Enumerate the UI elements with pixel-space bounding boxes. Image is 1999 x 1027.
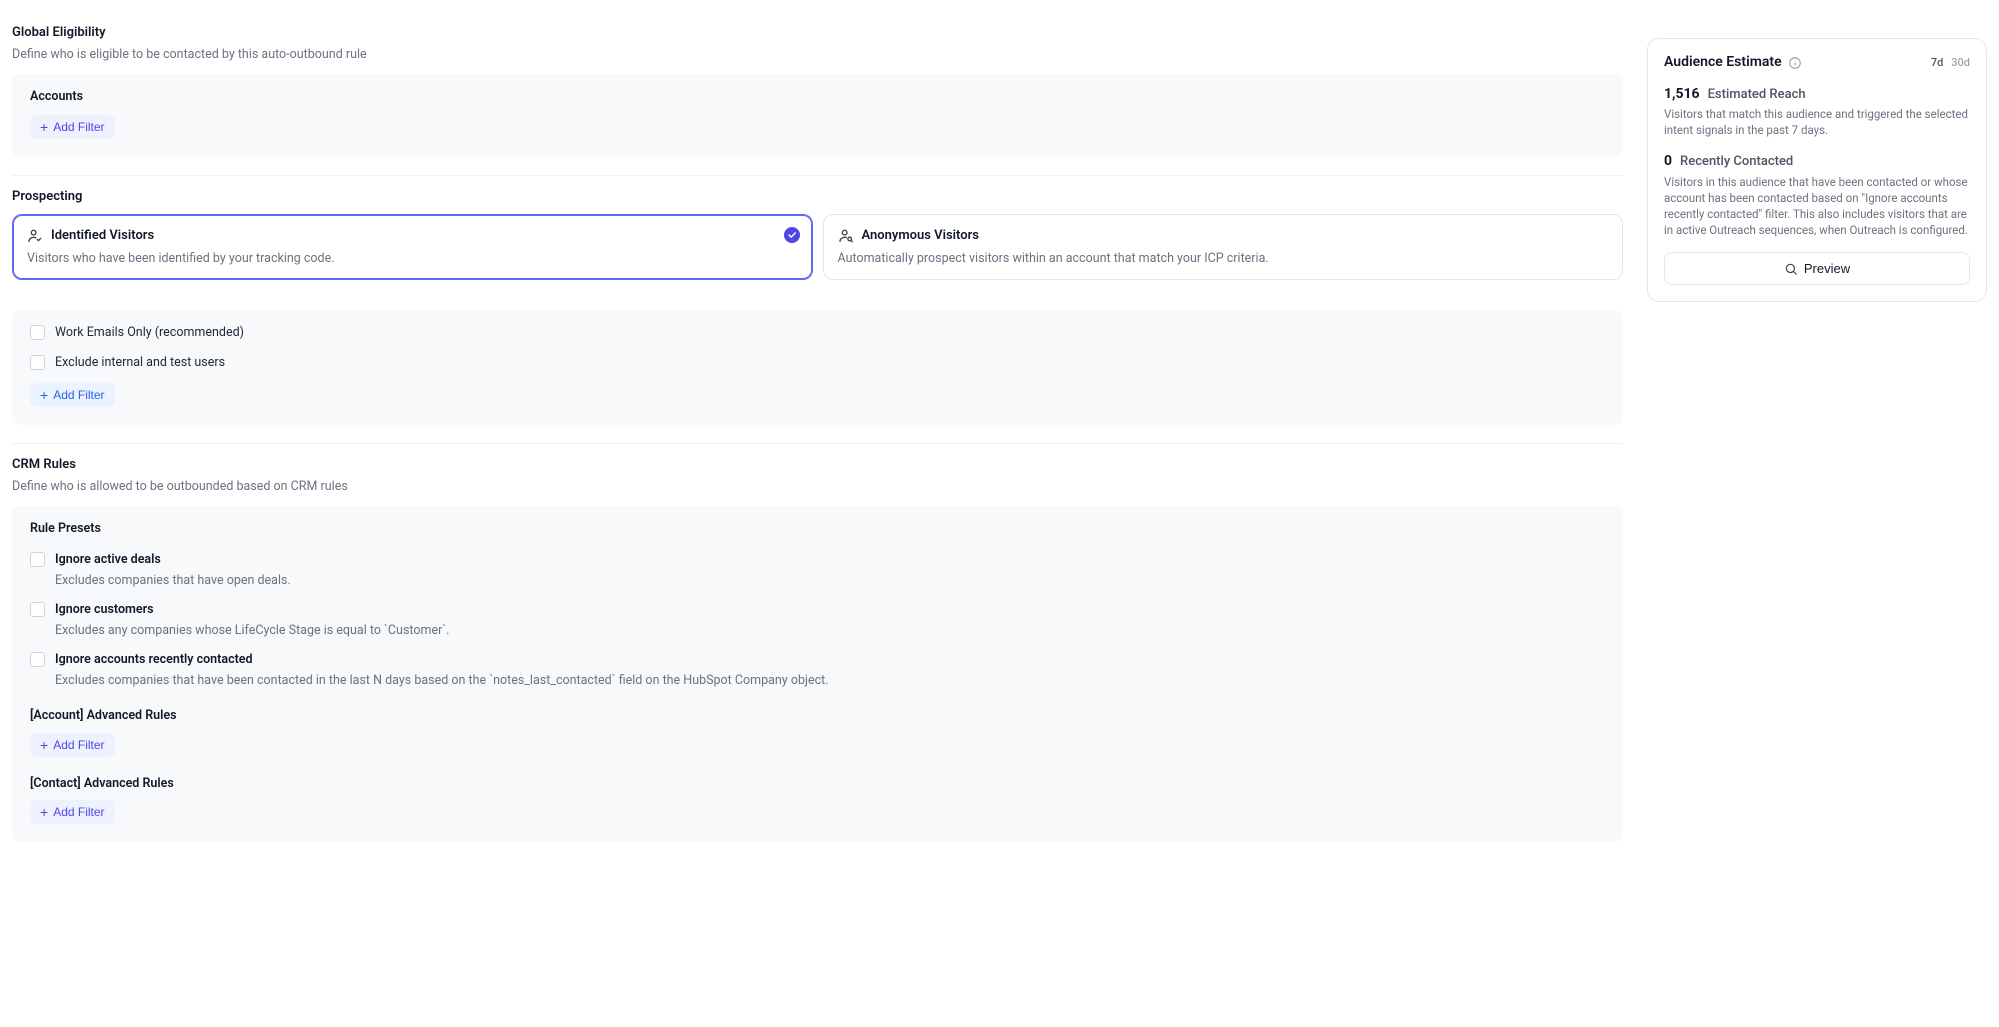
section-subtitle: Define who is allowed to be outbounded b… [12,478,1623,496]
person-check-icon [27,228,43,244]
card-desc: Automatically prospect visitors within a… [838,250,1609,268]
add-filter-label: Add Filter [53,388,104,402]
checkbox-ignore-active-deals[interactable]: Ignore active deals Excludes companies t… [30,551,1605,589]
add-filter-button-accounts[interactable]: + Add Filter [30,115,115,139]
recently-contacted-label: Recently Contacted [1680,153,1793,171]
plus-icon: + [40,738,48,752]
add-filter-label: Add Filter [53,805,104,819]
audience-estimate-card: Audience Estimate 7d 30d 1,516 Estimated… [1647,38,1987,302]
checkbox-label: Work Emails Only (recommended) [55,324,1605,342]
card-title: Anonymous Visitors [862,227,979,245]
checkbox-input[interactable] [30,652,45,667]
checkbox-label: Ignore accounts recently contacted [55,651,1605,669]
preview-label: Preview [1804,261,1850,276]
range-7d[interactable]: 7d [1931,55,1943,70]
recently-contacted-number: 0 [1664,152,1672,172]
checkbox-input[interactable] [30,602,45,617]
plus-icon: + [40,805,48,819]
checkbox-input[interactable] [30,325,45,340]
accounts-label: Accounts [30,88,1605,106]
checkbox-ignore-customers[interactable]: Ignore customers Excludes any companies … [30,601,1605,639]
section-global-eligibility: Global Eligibility Define who is eligibl… [12,12,1623,176]
section-subtitle: Define who is eligible to be contacted b… [12,46,1623,64]
info-icon [1788,56,1802,70]
section-title: Global Eligibility [12,24,1623,42]
checkbox-desc: Excludes any companies whose LifeCycle S… [55,622,1605,640]
checkbox-desc: Excludes companies that have been contac… [55,672,1605,690]
checkbox-label: Ignore customers [55,601,1605,619]
checkbox-input[interactable] [30,552,45,567]
card-identified-visitors[interactable]: Identified Visitors Visitors who have be… [12,214,813,280]
checkbox-input[interactable] [30,355,45,370]
add-filter-button-account-rules[interactable]: + Add Filter [30,733,115,757]
add-filter-label: Add Filter [53,120,104,134]
search-icon [1784,262,1798,276]
section-prospecting: Prospecting Identified Visitors Visitors… [12,176,1623,444]
person-search-icon [838,228,854,244]
range-30d[interactable]: 30d [1951,55,1970,70]
preview-button[interactable]: Preview [1664,252,1970,285]
checkbox-desc: Excludes companies that have open deals. [55,572,1605,590]
checkbox-exclude-internal[interactable]: Exclude internal and test users [30,354,1605,372]
card-title: Identified Visitors [51,227,154,245]
estimated-reach-number: 1,516 [1664,85,1700,105]
estimated-reach-desc: Visitors that match this audience and tr… [1664,106,1970,138]
estimated-reach-label: Estimated Reach [1708,86,1806,104]
plus-icon: + [40,388,48,402]
audience-estimate-title: Audience Estimate [1664,53,1782,73]
accounts-panel: Accounts + Add Filter [12,74,1623,158]
card-anonymous-visitors[interactable]: Anonymous Visitors Automatically prospec… [823,214,1624,280]
section-crm-rules: CRM Rules Define who is allowed to be ou… [12,444,1623,860]
checkbox-label: Ignore active deals [55,551,1605,569]
crm-panel: Rule Presets Ignore active deals Exclude… [12,506,1623,843]
checkbox-work-emails[interactable]: Work Emails Only (recommended) [30,324,1605,342]
add-filter-button-contact-rules[interactable]: + Add Filter [30,800,115,824]
checkbox-ignore-recently-contacted[interactable]: Ignore accounts recently contacted Exclu… [30,651,1605,689]
plus-icon: + [40,120,48,134]
selected-check-icon [784,227,800,243]
prospecting-options-panel: Work Emails Only (recommended) Exclude i… [12,310,1623,425]
section-title: CRM Rules [12,456,1623,474]
section-title: Prospecting [12,188,1623,206]
add-filter-label: Add Filter [53,738,104,752]
contact-advanced-rules-label: [Contact] Advanced Rules [30,775,1605,793]
add-filter-button-prospecting[interactable]: + Add Filter [30,383,115,407]
recently-contacted-desc: Visitors in this audience that have been… [1664,174,1970,238]
range-toggle: 7d 30d [1931,55,1970,70]
card-desc: Visitors who have been identified by you… [27,250,798,268]
account-advanced-rules-label: [Account] Advanced Rules [30,707,1605,725]
rule-presets-label: Rule Presets [30,520,1605,538]
checkbox-label: Exclude internal and test users [55,354,1605,372]
